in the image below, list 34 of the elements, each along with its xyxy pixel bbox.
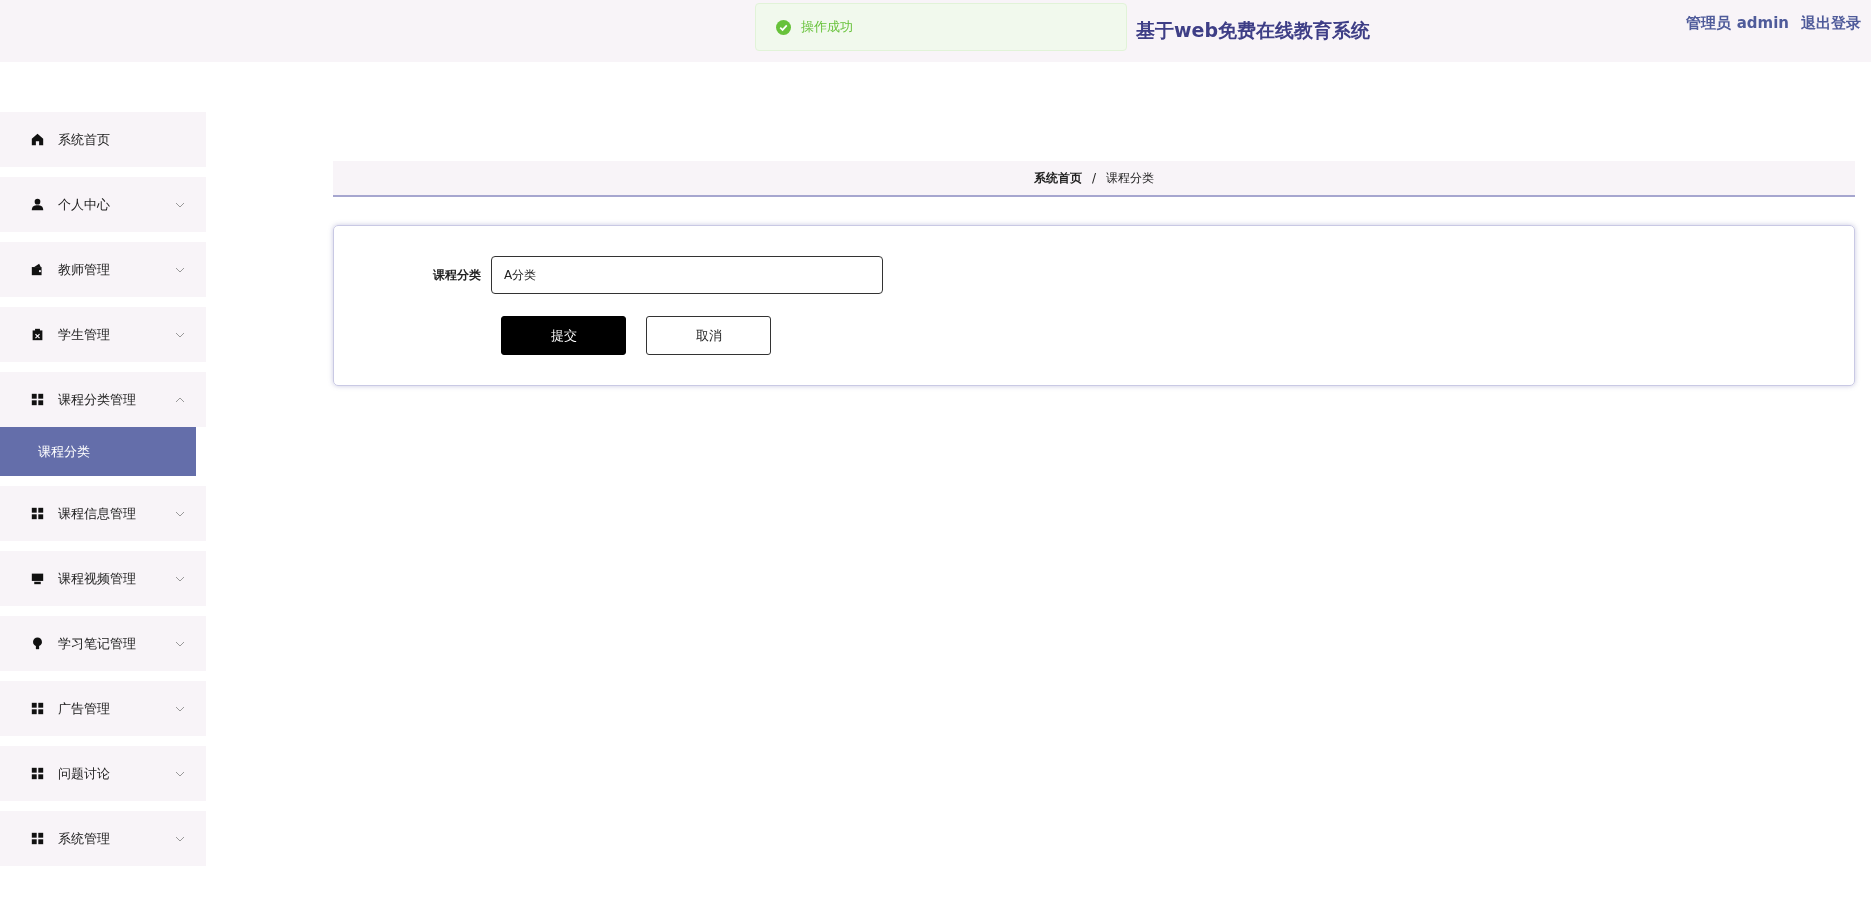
check-circle-icon xyxy=(776,19,791,35)
sidebar-item[interactable]: 课程信息管理 xyxy=(0,486,206,541)
grid-icon xyxy=(31,393,44,406)
submenu-item[interactable]: 课程分类 xyxy=(0,427,196,476)
input-field[interactable]: A分类 xyxy=(491,256,883,294)
sidebar-item[interactable]: 课程视频管理 xyxy=(0,551,206,606)
submit-button[interactable]: 提交 xyxy=(501,316,626,355)
site-title: 基于web免费在线教育系统 xyxy=(1136,18,1371,43)
toast-message: 操作成功 xyxy=(801,18,853,36)
home-icon xyxy=(31,133,44,146)
breadcrumb-link[interactable]: 系统首页 xyxy=(1033,169,1082,187)
sidebar-item[interactable]: 问题讨论 xyxy=(0,746,206,801)
sidebar-item[interactable]: 个人中心 xyxy=(0,177,206,232)
monitor-icon xyxy=(31,572,44,585)
grid-icon xyxy=(31,832,44,845)
grid-icon xyxy=(31,767,44,780)
logout-link[interactable]: 退出登录 xyxy=(1801,14,1861,33)
sidebar-item[interactable]: 系统首页 xyxy=(0,112,206,167)
grid-icon xyxy=(31,702,44,715)
user-icon xyxy=(31,198,44,211)
sidebar-item[interactable]: 广告管理 xyxy=(0,681,206,736)
sidebar-item[interactable]: 教师管理 xyxy=(0,242,206,297)
bulb-icon xyxy=(31,637,44,650)
sidebar-item[interactable]: 系统管理 xyxy=(0,811,206,866)
grid-icon xyxy=(31,507,44,520)
cancel-button[interactable]: 取消 xyxy=(646,316,771,355)
sidebar-item[interactable]: 学习笔记管理 xyxy=(0,616,206,671)
sidebar-item[interactable]: 课程分类管理 xyxy=(0,372,206,427)
user-name: 管理员 admin xyxy=(1686,14,1789,33)
wallet-icon xyxy=(31,263,44,276)
field-label: 课程分类 xyxy=(432,266,482,284)
sidebar-item[interactable]: 学生管理 xyxy=(0,307,206,362)
clipboard-icon xyxy=(31,328,44,341)
breadcrumb-separator: / xyxy=(1091,171,1096,185)
